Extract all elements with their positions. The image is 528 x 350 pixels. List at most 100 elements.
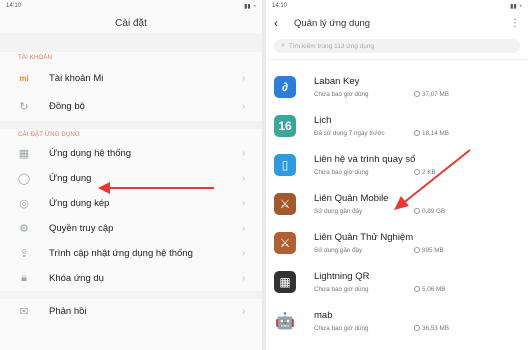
storage-icon	[414, 91, 420, 97]
chevron-right-icon: ›	[242, 248, 246, 259]
settings-item-system-app-updater[interactable]: ⇪ Trình cập nhật ứng dụng hệ thống ›	[0, 241, 262, 266]
settings-item-mi-account[interactable]: mi Tài khoản Mi ›	[0, 64, 262, 93]
settings-item-sync[interactable]: ↻ Đồng bộ ›	[0, 93, 262, 122]
status-icons: ▮▮ ◔	[244, 3, 256, 10]
header: ‹ Quản lý ứng dụng ⋮	[266, 12, 528, 34]
app-name: Lightning QR	[314, 270, 370, 282]
page-title: Quản lý ứng dụng	[294, 17, 371, 29]
app-usage: Chưa bao giờ dùng	[314, 285, 369, 293]
app-size: 37,07 MB	[422, 90, 449, 98]
android-icon: 🤖	[275, 312, 295, 330]
status-time: 14:10	[6, 3, 22, 9]
app-row-calendar[interactable]: 16 Lịch Đã sử dụng 7 ngày trước 18,14 MB	[266, 106, 528, 145]
lien-quan-test-icon: ⚔	[274, 231, 296, 254]
section-apps: CÀI ĐẶT ỨNG DỤNG	[18, 132, 80, 138]
storage-icon	[414, 247, 420, 253]
app-name: mab	[314, 309, 333, 321]
divider	[0, 121, 262, 129]
sync-icon: ↻	[19, 101, 29, 114]
settings-item-label: Phản hồi	[49, 306, 87, 317]
chevron-right-icon: ›	[242, 101, 246, 113]
permissions-icon: ⚙	[19, 223, 29, 235]
chevron-right-icon: ›	[242, 72, 246, 84]
apps-icon: ◯	[17, 173, 31, 185]
contacts-icon: ▯	[274, 153, 296, 176]
lock-icon: 🔒︎	[21, 272, 27, 284]
app-size: 5,06 MB	[422, 285, 446, 293]
app-usage: Sử dụng gần đây	[314, 207, 363, 215]
page-title: Cài đặt	[115, 17, 147, 29]
settings-item-label: Ứng dụng	[49, 173, 92, 184]
chevron-right-icon: ›	[242, 223, 246, 234]
dual-apps-icon: ◎	[19, 198, 29, 210]
app-row-mab[interactable]: 🤖 mab Chưa bao giờ dùng 36,53 MB	[266, 301, 528, 340]
mi-logo-icon: mi	[19, 73, 29, 83]
app-size: 18,14 MB	[422, 129, 449, 137]
app-name: Liên Quân Mobile	[314, 192, 389, 204]
update-icon: ⇪	[19, 248, 29, 260]
settings-item-label: Đồng bộ	[49, 101, 85, 113]
app-row-lien-quan-mobile[interactable]: ⚔ Liên Quân Mobile Sử dụng gần đây 0,89 G…	[266, 184, 528, 223]
search-input[interactable]: ⌕ Tìm kiếm trong 113 ứng dụng	[274, 39, 520, 53]
chevron-right-icon: ›	[242, 306, 246, 317]
chevron-right-icon: ›	[242, 148, 246, 159]
app-size: 2 KB	[422, 168, 436, 176]
calendar-icon: 16	[274, 114, 296, 137]
storage-icon	[414, 208, 420, 214]
status-bar: 14:10 ▮▮ ◔	[0, 0, 262, 12]
status-bar: 14:10 ▮▮ ◔	[266, 0, 528, 12]
settings-item-label: Tài khoản Mi	[49, 72, 104, 84]
grid-icon: ▦	[18, 148, 30, 160]
storage-icon	[414, 325, 420, 331]
settings-item-label: Khóa ứng dụ	[49, 273, 104, 284]
settings-item-permissions[interactable]: ⚙ Quyền truy cập ›	[0, 216, 262, 241]
app-name: Lịch	[314, 114, 332, 126]
app-usage: Chưa bao giờ dùng	[314, 168, 369, 176]
status-icons: ▮▮ ◔	[510, 3, 522, 10]
settings-item-app-lock[interactable]: 🔒︎ Khóa ứng dụ ›	[0, 266, 262, 291]
divider	[0, 34, 262, 52]
app-list: ∂ Laban Key Chưa bao giờ dùng 37,07 MB 16…	[266, 67, 528, 340]
more-options-icon[interactable]: ⋮	[510, 18, 520, 29]
storage-icon	[414, 130, 420, 136]
settings-item-system-apps[interactable]: ▦ Ứng dụng hệ thống ›	[0, 141, 262, 166]
app-manager-panel: 14:10 ▮▮ ◔ ‹ Quản lý ứng dụng ⋮ ⌕ Tìm ki…	[266, 0, 528, 350]
app-size: 895 MB	[422, 246, 444, 254]
feedback-icon: ✉	[19, 306, 29, 318]
chevron-right-icon: ›	[242, 273, 246, 284]
qr-icon: ▦	[274, 270, 296, 293]
app-usage: Đã sử dụng 7 ngày trước	[314, 129, 385, 137]
app-row-contacts[interactable]: ▯ Liên hệ và trình quay số Chưa bao giờ …	[266, 145, 528, 184]
back-arrow-icon[interactable]: ‹	[274, 16, 288, 30]
settings-item-label: Ứng dụng hệ thống	[49, 148, 132, 159]
section-account: TÀI KHOẢN	[18, 55, 53, 61]
app-name: Liên hệ và trình quay số	[314, 153, 416, 165]
divider	[266, 59, 528, 67]
settings-item-label: Quyền truy cập	[49, 223, 114, 234]
settings-item-dual-apps[interactable]: ◎ Ứng dụng kép ›	[0, 191, 262, 216]
settings-item-feedback[interactable]: ✉ Phản hồi ›	[0, 299, 262, 324]
settings-panel: 14:10 ▮▮ ◔ Cài đặt TÀI KHOẢN mi Tài khoả…	[0, 0, 262, 350]
app-usage: Chưa bao giờ dùng	[314, 324, 369, 332]
settings-item-label: Trình cập nhật ứng dụng hệ thống	[49, 248, 193, 259]
laban-key-icon: ∂	[274, 75, 296, 98]
app-size: 36,53 MB	[422, 324, 449, 332]
app-usage: Sử dụng gần đây	[314, 246, 363, 254]
app-row-laban-key[interactable]: ∂ Laban Key Chưa bao giờ dùng 37,07 MB	[266, 67, 528, 106]
storage-icon	[414, 286, 420, 292]
search-icon: ⌕	[281, 42, 285, 49]
settings-item-label: Ứng dụng kép	[49, 198, 110, 209]
app-usage: Chưa bao giờ dùng	[314, 90, 369, 98]
chevron-right-icon: ›	[242, 173, 246, 184]
lien-quan-icon: ⚔	[274, 192, 296, 215]
status-time: 14:10	[272, 3, 288, 9]
divider	[0, 291, 262, 299]
search-placeholder: Tìm kiếm trong 113 ứng dụng	[288, 42, 375, 50]
app-row-lightning-qr[interactable]: ▦ Lightning QR Chưa bao giờ dùng 5,06 MB	[266, 262, 528, 301]
chevron-right-icon: ›	[242, 198, 246, 209]
storage-icon	[414, 169, 420, 175]
app-size: 0,89 GB	[422, 207, 446, 215]
app-row-lien-quan-test[interactable]: ⚔ Liên Quân Thử Nghiệm Sử dụng gần đây 89…	[266, 223, 528, 262]
settings-item-apps[interactable]: ◯ Ứng dụng ›	[0, 166, 262, 191]
app-name: Laban Key	[314, 75, 360, 87]
